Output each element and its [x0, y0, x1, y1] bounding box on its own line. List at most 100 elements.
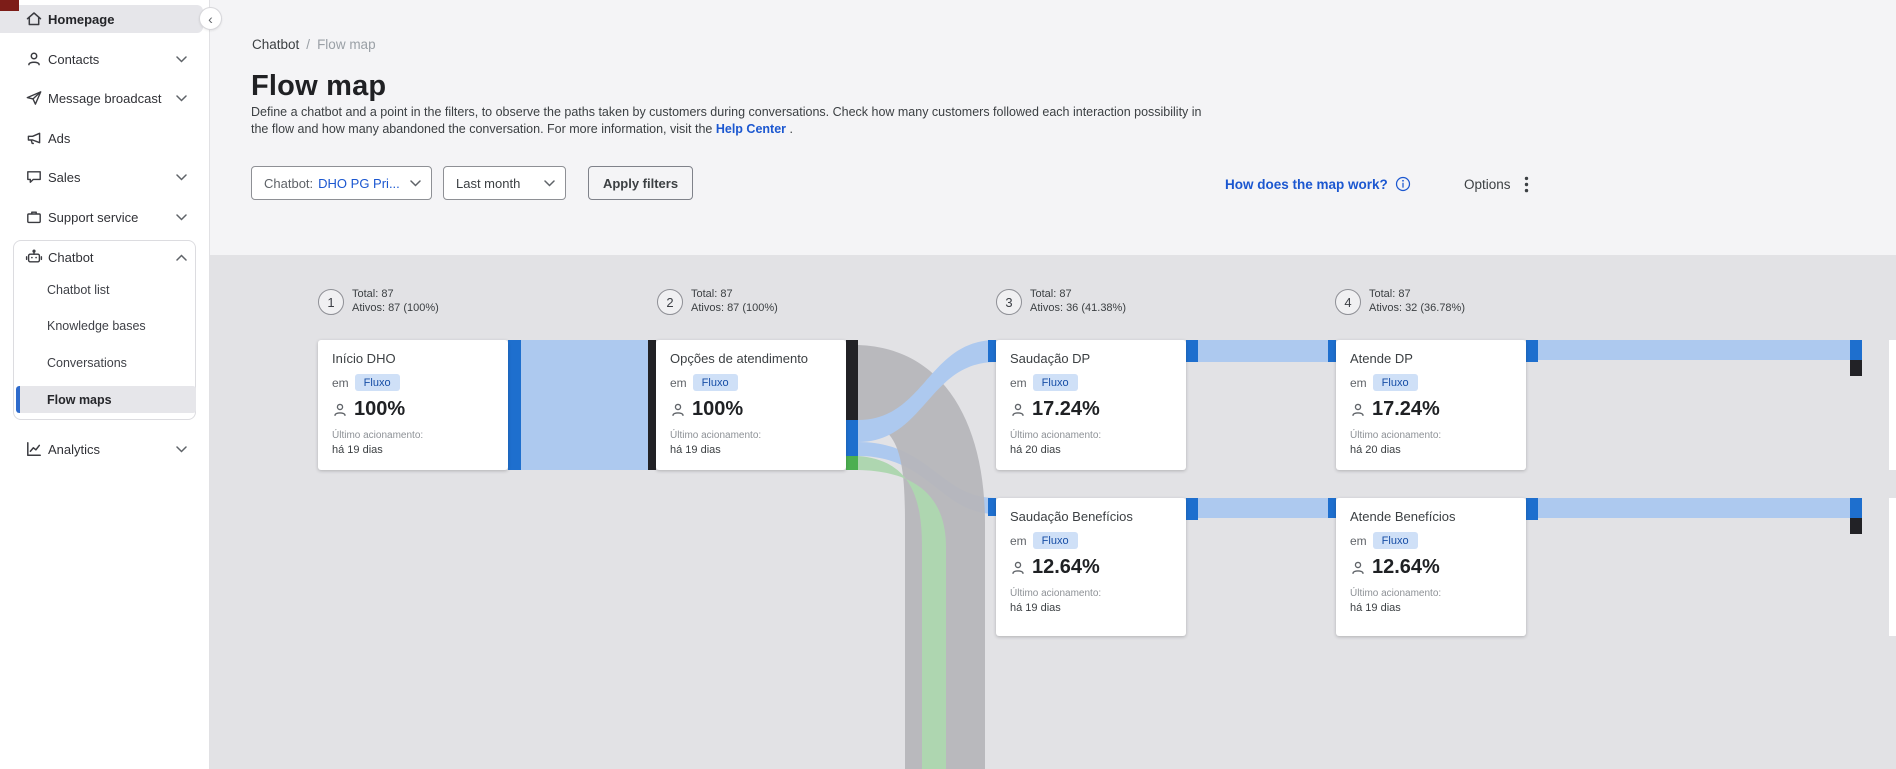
flow-type-badge: Fluxo	[1032, 532, 1078, 549]
sidebar-subitem-conversations[interactable]: Conversations	[0, 350, 203, 376]
last-trigger-label: Último acionamento:	[1010, 430, 1102, 441]
sankey-ribbon	[1198, 498, 1328, 518]
sankey-node-bar	[648, 340, 656, 470]
sidebar-item-message-broadcast[interactable]: Message broadcast	[0, 85, 203, 111]
context-label: em	[1350, 375, 1367, 390]
flow-type-badge: Fluxo	[1372, 374, 1418, 391]
period-select-value: Last month	[456, 175, 521, 191]
flow-card-title: Saudação Benefícios	[1010, 509, 1133, 524]
sidebar-item-contacts[interactable]: Contacts	[0, 46, 203, 72]
breadcrumb-parent[interactable]: Chatbot	[252, 37, 299, 52]
sidebar-item-label: Chatbot	[48, 249, 94, 265]
sidebar-item-sales[interactable]: Sales	[0, 164, 203, 190]
flow-card-atende-beneficios[interactable]: Atende Benefícios em Fluxo 12.64% Último …	[1336, 498, 1526, 636]
chatbot-select-label: Chatbot:	[264, 175, 314, 191]
sankey-node-bar	[846, 442, 858, 456]
period-select[interactable]: Last month	[443, 166, 566, 200]
chevron-down-icon	[176, 173, 187, 181]
sidebar-subitem-knowledge-bases[interactable]: Knowledge bases	[0, 313, 203, 339]
sankey-node-bar	[846, 420, 858, 442]
flow-percent: 17.24%	[1032, 398, 1100, 420]
info-icon[interactable]	[1395, 176, 1411, 192]
chat-bubble-icon	[25, 168, 43, 186]
last-trigger-value: há 19 dias	[1350, 602, 1401, 614]
robot-icon	[25, 248, 43, 266]
flow-type-badge: Fluxo	[692, 374, 738, 391]
description-line-2: the flow and how many abandoned the conv…	[251, 121, 1202, 138]
next-column-card-sliver	[1889, 498, 1896, 636]
flow-card-title: Atende DP	[1350, 351, 1413, 366]
column-number-badge: 3	[996, 289, 1022, 315]
options-menu[interactable]: Options	[1464, 176, 1529, 193]
sidebar-subitem-label: Flow maps	[47, 392, 112, 407]
sankey-node-bar	[1850, 518, 1862, 534]
help-center-link[interactable]: Help Center	[716, 122, 786, 136]
sidebar-item-ads[interactable]: Ads	[0, 125, 203, 151]
last-trigger-value: há 20 dias	[1010, 444, 1061, 456]
sidebar-item-analytics[interactable]: Analytics	[0, 436, 203, 462]
apply-filters-button[interactable]: Apply filters	[588, 166, 693, 200]
sankey-node-bar	[1850, 360, 1862, 376]
sankey-node-bar	[988, 498, 996, 516]
column-number: 3	[1005, 294, 1013, 310]
sidebar: Homepage Contacts Message broadcast Ads	[0, 0, 210, 769]
sankey-node-bar	[508, 340, 521, 470]
window-accent-bar	[0, 0, 19, 11]
breadcrumb-separator: /	[306, 37, 311, 52]
sidebar-item-support-service[interactable]: Support service	[0, 204, 203, 230]
column-number-badge: 1	[318, 289, 344, 315]
breadcrumb: Chatbot / Flow map	[252, 37, 376, 52]
flow-type-badge: Fluxo	[354, 374, 400, 391]
column-number-badge: 4	[1335, 289, 1361, 315]
flow-card-saudacao-beneficios[interactable]: Saudação Benefícios em Fluxo 12.64% Últim…	[996, 498, 1186, 636]
flow-card-atende-dp[interactable]: Atende DP em Fluxo 17.24% Último acioname…	[1336, 340, 1526, 470]
megaphone-icon	[25, 129, 43, 147]
sidebar-item-homepage[interactable]: Homepage	[0, 5, 203, 33]
sidebar-collapse-button[interactable]: ‹	[199, 7, 222, 30]
sankey-node-bar	[846, 456, 858, 470]
flow-card-inicio-dho[interactable]: Início DHO em Fluxo 100% Último acionamen…	[318, 340, 508, 470]
flow-card-title: Opções de atendimento	[670, 351, 809, 366]
map-help-link[interactable]: How does the map work?	[1225, 176, 1411, 192]
chatbot-select[interactable]: Chatbot: DHO PG Pri...	[251, 166, 432, 200]
last-trigger-value: há 19 dias	[332, 444, 383, 456]
person-icon	[1350, 560, 1366, 576]
flow-card-opcoes-de-atendimento[interactable]: Opções de atendimento em Fluxo 100% Últim…	[656, 340, 846, 470]
flow-card-saudacao-dp[interactable]: Saudação DP em Fluxo 17.24% Último aciona…	[996, 340, 1186, 470]
home-icon	[25, 10, 43, 28]
sankey-ribbon	[858, 456, 946, 769]
flow-percent: 17.24%	[1372, 398, 1440, 420]
chevron-down-icon	[176, 445, 187, 453]
sidebar-item-chatbot[interactable]: Chatbot	[0, 244, 203, 270]
context-label: em	[670, 375, 687, 390]
send-icon	[25, 89, 43, 107]
column-number: 4	[1344, 294, 1352, 310]
column-actives: Ativos: 36 (41.38%)	[1030, 301, 1126, 314]
last-trigger-value: há 19 dias	[670, 444, 721, 456]
sankey-ribbon	[1198, 340, 1328, 362]
active-indicator-bar	[16, 386, 20, 413]
sidebar-item-label: Homepage	[48, 11, 115, 27]
sankey-node-bar	[988, 340, 996, 362]
description-period: .	[789, 121, 793, 136]
sankey-node-bar	[1328, 340, 1336, 362]
sankey-node-bar	[1186, 498, 1198, 520]
sidebar-item-label: Analytics	[48, 441, 101, 457]
sidebar-subitem-chatbot-list[interactable]: Chatbot list	[0, 277, 203, 303]
description-line-1: Define a chatbot and a point in the filt…	[251, 105, 1202, 119]
column-number: 2	[666, 294, 674, 310]
sankey-ribbon-abandoned	[858, 345, 985, 769]
sankey-node-bar	[1186, 340, 1198, 362]
description-line-2-text: the flow and how many abandoned the conv…	[251, 121, 713, 136]
collapse-chevron-icon: ‹	[208, 10, 213, 27]
sankey-ribbon	[1538, 498, 1850, 518]
sidebar-subitem-flow-maps[interactable]: Flow maps	[16, 386, 196, 413]
last-trigger-label: Último acionamento:	[1350, 588, 1442, 599]
kebab-menu-icon[interactable]	[1524, 176, 1529, 193]
map-help-label: How does the map work?	[1225, 176, 1388, 192]
context-label: em	[332, 375, 349, 390]
flow-card-title: Saudação DP	[1010, 351, 1091, 366]
column-stats: Total: 87 Ativos: 36 (41.38%)	[1030, 288, 1126, 315]
last-trigger-label: Último acionamento:	[332, 430, 424, 441]
sankey-ribbon	[521, 340, 656, 470]
